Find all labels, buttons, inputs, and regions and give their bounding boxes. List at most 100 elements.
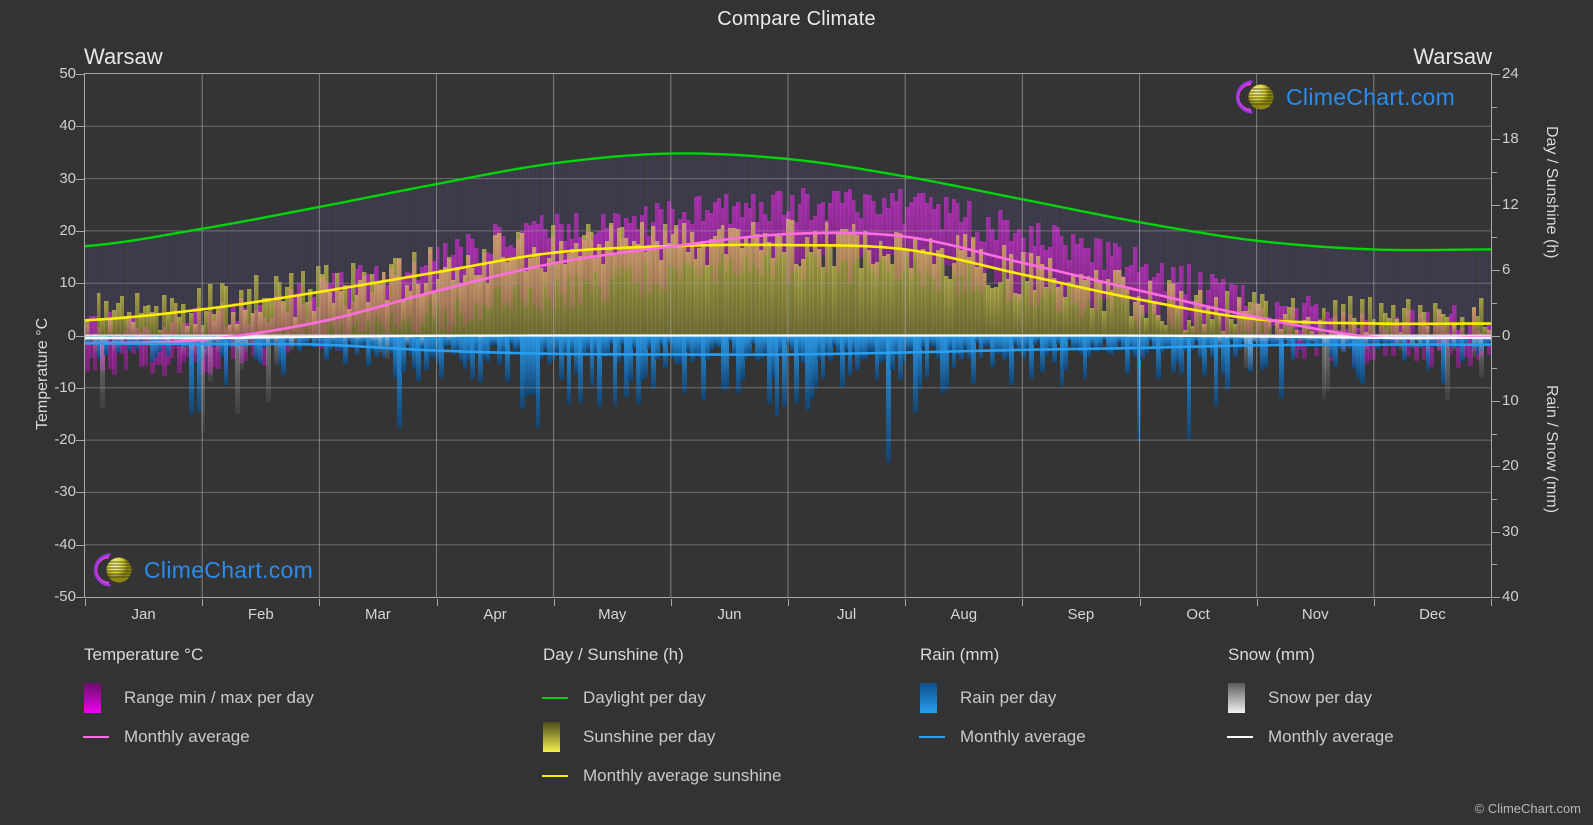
- right-axis-tickmark: [1492, 139, 1500, 141]
- left-axis-tick-label: 40: [59, 117, 76, 135]
- legend-swatch-line: [1227, 735, 1253, 738]
- x-axis-tickmark: [1373, 599, 1375, 606]
- x-axis-tick-label: Feb: [247, 606, 274, 623]
- x-axis-tick-label: May: [598, 606, 627, 623]
- right-axis-tickmark: [1492, 400, 1500, 402]
- legend-item[interactable]: Range min / max per day: [84, 678, 314, 717]
- x-axis-tickmark: [202, 599, 204, 606]
- left-axis-tickmark: [76, 335, 84, 337]
- x-axis-tick-label: Oct: [1186, 606, 1210, 623]
- legend-item[interactable]: Monthly average: [83, 717, 314, 756]
- left-axis-tickmark: [76, 544, 84, 546]
- legend-item[interactable]: Daylight per day: [542, 678, 781, 717]
- location-label-left: Warsaw: [84, 44, 163, 69]
- right-axis-tickmark: [1492, 335, 1500, 337]
- legend-swatch-line: [542, 696, 568, 699]
- legend-item-label: Daylight per day: [583, 687, 706, 707]
- right-axis-tickmark: [1492, 204, 1500, 206]
- x-axis-tickmark: [319, 599, 321, 606]
- x-axis-tickmark: [1139, 599, 1141, 606]
- legend-group: Day / Sunshine (h) Daylight per day Sunshi…: [542, 645, 782, 795]
- climechart-logo-text: ClimeChart.com: [144, 556, 314, 583]
- right-axis-top-label: Day / Sunshine (h): [1543, 126, 1560, 259]
- right-axis-minor-tickmark: [1492, 106, 1497, 108]
- right-axis-minor-tickmark: [1492, 302, 1497, 304]
- x-axis-tickmark: [553, 599, 555, 606]
- x-axis-tickmark: [85, 599, 86, 606]
- right-axis-tickmark: [1492, 466, 1500, 468]
- legend-item-label: Monthly average: [1268, 726, 1394, 746]
- legend-item-label: Snow per day: [1268, 687, 1372, 707]
- x-axis-tickmark: [670, 599, 672, 606]
- left-axis-tickmark: [76, 387, 84, 389]
- location-label-right: Warsaw: [1413, 44, 1492, 69]
- left-axis-tick-label: 20: [59, 221, 76, 239]
- legend-item[interactable]: Snow per day: [1228, 678, 1394, 717]
- legend-item-label: Range min / max per day: [124, 687, 314, 707]
- climechart-globe-icon: [93, 553, 132, 587]
- legend-item[interactable]: Rain per day: [920, 678, 1086, 717]
- left-axis-tickmark: [76, 492, 84, 494]
- x-axis-tick-label: Aug: [950, 606, 978, 623]
- x-axis-tick-label: Sep: [1067, 606, 1095, 623]
- legend-item[interactable]: Monthly average: [919, 717, 1086, 756]
- legend-item[interactable]: Monthly average sunshine: [542, 756, 782, 795]
- chart-legend: Temperature °C Range min / max per day Mon…: [0, 645, 1593, 825]
- left-axis-tickmark: [76, 126, 84, 128]
- left-axis-tick-label: 30: [59, 169, 76, 187]
- legend-swatch-box: [543, 721, 560, 752]
- legend-item[interactable]: Monthly average: [1227, 717, 1394, 756]
- legend-group-title: Day / Sunshine (h): [543, 645, 684, 664]
- climate-chart-page: Compare Climate Warsaw Warsaw 50 40 30 20 10…: [0, 0, 1593, 825]
- legend-group-title: Temperature °C: [84, 645, 204, 664]
- x-axis-tickmark: [1256, 599, 1258, 606]
- page-title: Compare Climate: [717, 8, 876, 30]
- x-axis-tickmark: [788, 599, 789, 606]
- right-axis-minor-tickmark: [1492, 564, 1497, 566]
- legend-swatch-line: [542, 774, 568, 777]
- right-axis-minor-tickmark: [1492, 368, 1497, 370]
- left-axis-tick-label: -20: [54, 431, 76, 449]
- x-axis-tick-label: Apr: [483, 606, 507, 623]
- right-axis-tickmark: [1492, 74, 1500, 75]
- legend-item[interactable]: Sunshine per day: [543, 717, 781, 756]
- legend-item-label: Monthly average sunshine: [583, 765, 782, 785]
- legend-item-label: Monthly average: [124, 726, 250, 746]
- x-axis-tickmark: [436, 599, 438, 606]
- x-axis-tick-label: Dec: [1419, 606, 1446, 623]
- right-axis-bottom-tick-label: 40: [1502, 588, 1519, 605]
- legend-group-title: Rain (mm): [920, 645, 1000, 664]
- right-axis-bottom-label: Rain / Snow (mm): [1543, 385, 1560, 514]
- legend-swatch-box: [920, 682, 937, 713]
- right-axis-minor-tickmark: [1492, 433, 1497, 435]
- right-axis-tickmark: [1492, 270, 1500, 272]
- right-axis-minor-tickmark: [1492, 498, 1497, 500]
- right-axis-minor-tickmark: [1492, 237, 1497, 239]
- left-axis-tick-label: 50: [59, 65, 76, 82]
- climechart-logo-text: ClimeChart.com: [1286, 83, 1456, 110]
- x-axis-tick-label: Nov: [1301, 606, 1329, 623]
- climechart-logo-top: ClimeChart.com: [1234, 80, 1455, 114]
- chart-plot-area: [84, 73, 1492, 598]
- climechart-globe-icon: [1235, 80, 1274, 114]
- x-axis-tickmark: [1022, 599, 1024, 606]
- legend-group-title: Snow (mm): [1228, 645, 1315, 664]
- legend-swatch-box: [1228, 682, 1245, 713]
- right-axis-top-tick-label: 0: [1502, 326, 1511, 344]
- left-axis-tickmark: [76, 597, 84, 598]
- left-axis-tickmark: [76, 283, 84, 285]
- legend-group: Snow (mm) Snow per day Monthly average: [1227, 645, 1394, 756]
- climechart-logo-bottom: ClimeChart.com: [92, 553, 313, 587]
- legend-item-label: Rain per day: [960, 687, 1057, 707]
- legend-swatch-line: [83, 735, 109, 738]
- right-axis-minor-tickmark: [1492, 172, 1497, 174]
- x-axis-tickmark: [905, 599, 907, 606]
- left-axis-tick-label: -30: [54, 483, 76, 501]
- left-axis-tick-label: 10: [59, 274, 76, 292]
- right-axis-tickmark: [1492, 531, 1500, 533]
- legend-group: Rain (mm) Rain per day Monthly average: [919, 645, 1086, 756]
- legend-swatch-line: [919, 735, 945, 738]
- chart-curves-layer: [85, 74, 1491, 597]
- right-axis-bottom-tick-label: 30: [1502, 522, 1519, 540]
- left-axis-tickmark: [76, 230, 84, 232]
